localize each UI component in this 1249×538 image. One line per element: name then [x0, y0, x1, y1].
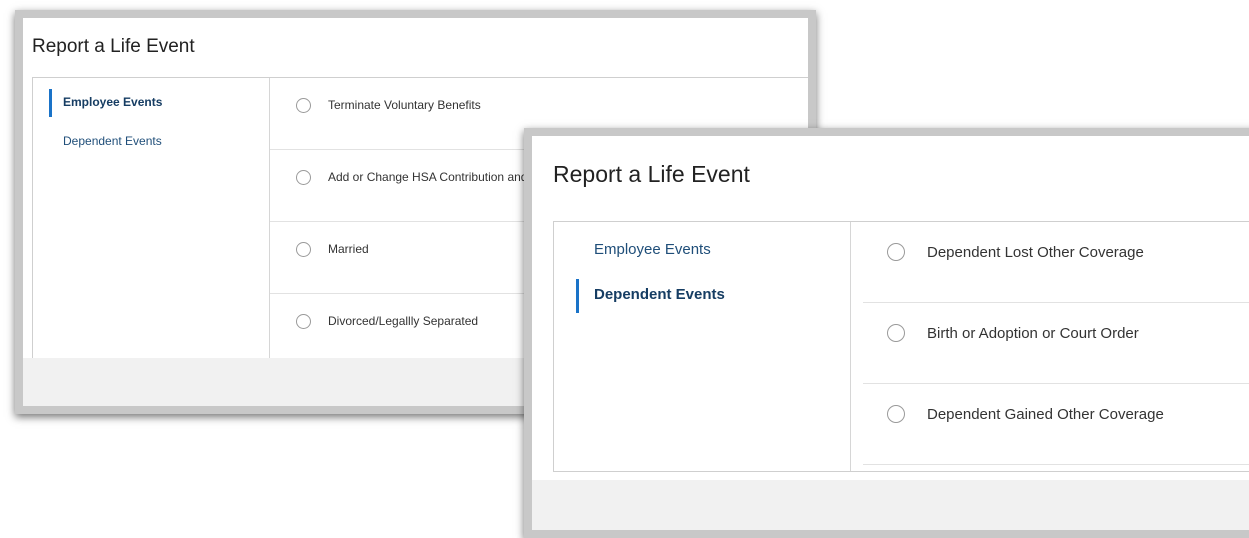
radio-button[interactable]	[887, 324, 905, 342]
option-label: Dependent Lost Other Coverage	[927, 244, 1144, 261]
option-label: Terminate Voluntary Benefits	[328, 98, 481, 112]
nav-item-dependent-events[interactable]: Dependent Events	[63, 134, 162, 148]
event-category-nav: Employee Events Dependent Events	[33, 78, 270, 365]
nav-item-dependent-events[interactable]: Dependent Events	[576, 279, 725, 313]
option-row-dependent-gained-coverage[interactable]: Dependent Gained Other Coverage	[863, 384, 1249, 465]
dialog-title: Report a Life Event	[32, 36, 195, 57]
life-event-dialog-dependent: Report a Life Event Employee Events Depe…	[524, 128, 1249, 538]
event-panel: Employee Events Dependent Events Depende…	[553, 221, 1249, 472]
option-label: Married	[328, 242, 369, 256]
option-label: Add or Change HSA Contribution and	[328, 170, 528, 184]
option-label: Dependent Gained Other Coverage	[927, 406, 1164, 423]
radio-button[interactable]	[296, 98, 311, 113]
nav-item-employee-events[interactable]: Employee Events	[48, 89, 162, 117]
event-category-nav: Employee Events Dependent Events	[554, 222, 851, 471]
radio-button[interactable]	[887, 243, 905, 261]
option-row-dependent-lost-coverage[interactable]: Dependent Lost Other Coverage	[863, 222, 1249, 303]
dialog-title: Report a Life Event	[553, 161, 750, 187]
option-label: Birth or Adoption or Court Order	[927, 325, 1139, 342]
option-label: Divorced/Legallly Separated	[328, 314, 479, 328]
radio-button[interactable]	[296, 170, 311, 185]
radio-button[interactable]	[296, 242, 311, 257]
dialog-body: Report a Life Event Employee Events Depe…	[532, 136, 1249, 530]
radio-button[interactable]	[296, 314, 311, 329]
option-row-birth-adoption[interactable]: Birth or Adoption or Court Order	[863, 303, 1249, 384]
event-option-list: Dependent Lost Other Coverage Birth or A…	[851, 222, 1249, 471]
radio-button[interactable]	[887, 405, 905, 423]
nav-item-employee-events[interactable]: Employee Events	[594, 241, 711, 258]
